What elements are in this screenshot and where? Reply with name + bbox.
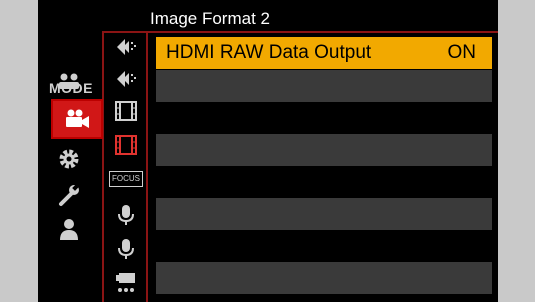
menu-item-empty: [156, 198, 492, 230]
focus-icon: FOCUS: [109, 171, 143, 187]
gear-icon: [59, 149, 79, 169]
menu-item-empty: [156, 70, 492, 102]
subtab-image-format-1[interactable]: [112, 97, 140, 125]
main-tabs: MODE: [38, 0, 103, 302]
menu-item-hdmi-raw-data-output[interactable]: HDMI RAW Data Output ON: [156, 37, 492, 69]
film-dots-icon: [116, 273, 135, 292]
subtab-audio-2[interactable]: [112, 235, 140, 263]
subtab-image-format-2[interactable]: [112, 131, 140, 159]
film-strip-icon: [115, 101, 137, 121]
subtab-focus[interactable]: FOCUS: [109, 165, 143, 193]
video-camera-icon: [66, 109, 89, 128]
tab-custom[interactable]: [46, 140, 92, 178]
film-strip-icon: [115, 135, 137, 155]
subtab-image-quality-1[interactable]: [112, 33, 140, 61]
tab-setup[interactable]: [46, 176, 92, 214]
page-title: Image Format 2: [150, 9, 270, 28]
sub-tabs: FOCUS: [104, 31, 144, 302]
tab-my-menu[interactable]: [46, 210, 92, 248]
microphone-icon: [118, 205, 134, 225]
menu-item-empty: [156, 166, 492, 198]
menu-item-label: HDMI RAW Data Output: [166, 42, 372, 63]
menu-list: HDMI RAW Data Output ON: [156, 37, 492, 294]
menu-item-empty: [156, 134, 492, 166]
image-quality-icon: [117, 71, 136, 87]
subtab-other[interactable]: [112, 269, 140, 297]
image-quality-icon: [117, 39, 136, 55]
menu-item-empty: [156, 262, 492, 294]
wrench-icon: [59, 184, 79, 206]
mode-label: MODE: [49, 80, 93, 96]
subtab-audio-1[interactable]: [112, 201, 140, 229]
menu-item-empty: [156, 230, 492, 262]
menu-item-value: ON: [447, 42, 477, 63]
tab-video[interactable]: [51, 99, 103, 139]
menu-item-empty: [156, 102, 492, 134]
camera-menu-screen: Image Format 2 MODE FOCUS HDMI RAW Data …: [38, 0, 498, 302]
microphone-icon: [118, 239, 134, 259]
subtab-image-quality-2[interactable]: [112, 65, 140, 93]
frame-divider: [146, 31, 148, 302]
person-icon: [60, 219, 78, 240]
